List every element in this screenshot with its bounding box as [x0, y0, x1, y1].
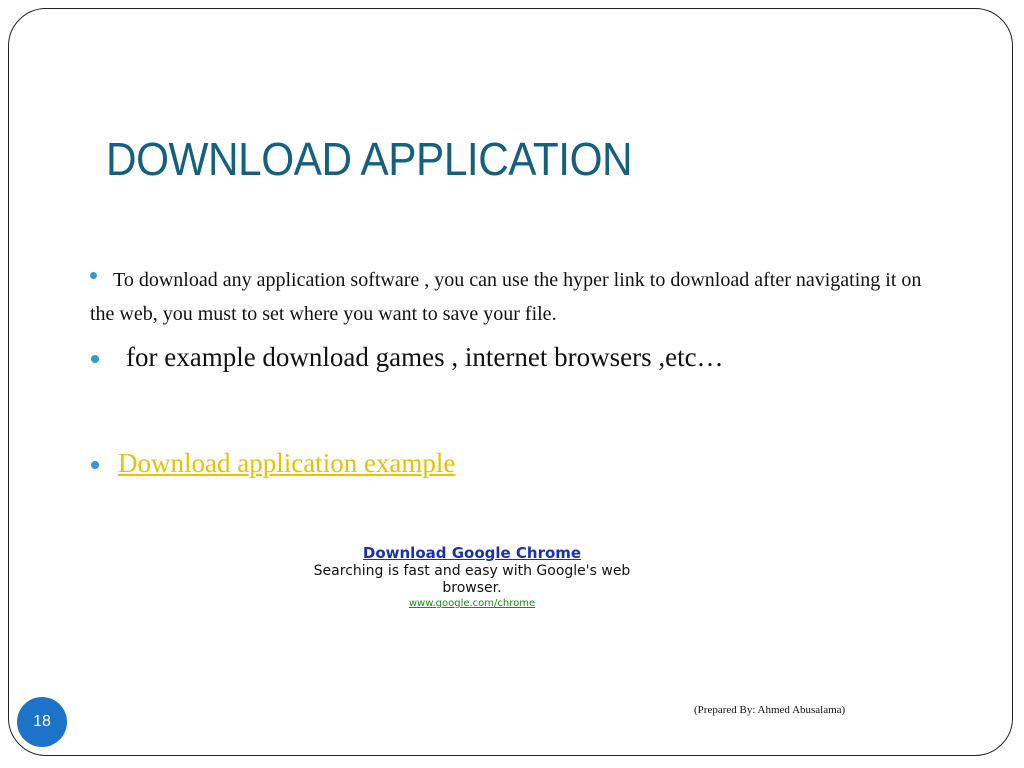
bullet-dot-3	[91, 461, 99, 469]
download-example-link[interactable]: Download application example	[118, 448, 455, 479]
slide-title: DOWNLOAD APPLICATION	[106, 133, 633, 185]
chrome-ad-image: Download Google Chrome Searching is fast…	[312, 543, 632, 611]
ad-url-link[interactable]: www.google.com/chrome	[312, 597, 632, 611]
bullet-text-2: for example download games , internet br…	[126, 342, 724, 372]
ad-title-link[interactable]: Download Google Chrome	[312, 543, 632, 563]
page-number-badge: 18	[17, 697, 67, 747]
bullet-dot-2	[91, 355, 99, 363]
slide-frame	[8, 8, 1013, 756]
footer-credit: (Prepared By: Ahmed Abusalama)	[694, 704, 846, 716]
ad-description: Searching is fast and easy with Google's…	[313, 563, 631, 596]
bullet-text-1: To download any application software , y…	[90, 269, 922, 325]
